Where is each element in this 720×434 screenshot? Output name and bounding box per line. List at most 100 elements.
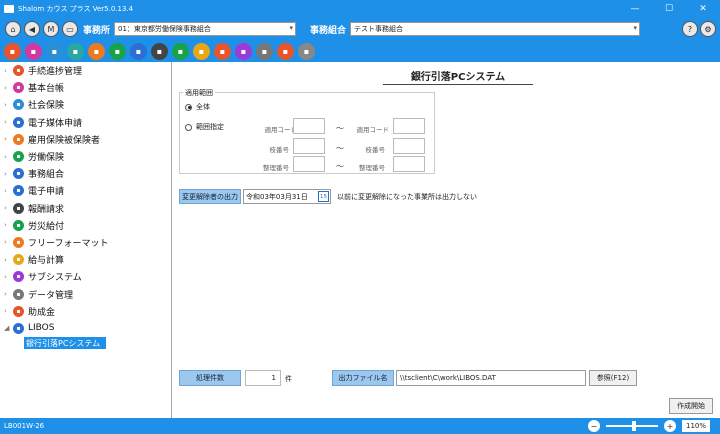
union-value: テスト事務組合	[354, 25, 404, 33]
sidebar-item[interactable]: › ▪ 電子申請	[0, 182, 171, 199]
app-window: Shalom カウス プラス Ver5.0.13.4 — ☐ ✕ ⌂ ◀ M ▭…	[0, 0, 720, 434]
sidebar-item[interactable]: › ▪ 報酬請求	[0, 200, 171, 217]
function-icon-4[interactable]: ▪	[67, 42, 84, 60]
zoom-out-icon[interactable]: −	[588, 420, 600, 432]
radio-all[interactable]: 全体	[185, 102, 210, 112]
minimize-button[interactable]: —	[618, 0, 652, 18]
accident-icon: ▪	[13, 219, 24, 231]
function-icon-9[interactable]: ▪	[172, 42, 189, 60]
back-icon[interactable]: ◀	[24, 21, 40, 37]
billing-icon: ▪	[13, 202, 24, 214]
calendar-icon[interactable]: 15	[318, 191, 329, 202]
function-icon-7[interactable]: ▪	[130, 42, 147, 60]
radio-all-label: 全体	[196, 103, 210, 111]
menu-icon[interactable]: M	[43, 21, 59, 37]
chevron-right-icon[interactable]: ›	[4, 204, 11, 212]
sidebar-item[interactable]: › ▪ 助成金	[0, 303, 171, 320]
home-icon[interactable]: ⌂	[5, 21, 21, 37]
sidebar-tree: › ▪ 手続進捗管理 › ▪ 基本台帳 › ▪ 社会保険 › ▪ 電子媒体申請 › ▪ 雇用保険被保険者 › ▪…	[0, 62, 172, 418]
sidebar-item-label: 給与計算	[28, 256, 65, 267]
create-start-button[interactable]: 作成開始	[669, 398, 713, 414]
function-icon-6[interactable]: ▪	[109, 42, 126, 60]
close-button[interactable]: ✕	[686, 0, 720, 18]
maximize-button[interactable]: ☐	[652, 0, 686, 18]
field-label-code-from: 適用コード	[264, 126, 298, 134]
branch-from-input[interactable]	[293, 138, 325, 154]
chevron-right-icon[interactable]: ›	[4, 221, 11, 229]
settings-icon[interactable]: ⚙	[700, 21, 716, 37]
sidebar-item[interactable]: › ▪ フリーフォーマット	[0, 234, 171, 251]
function-icon-13[interactable]: ▪	[256, 42, 273, 60]
count-unit: 件	[285, 375, 292, 383]
sidebar-item[interactable]: › ▪ 事務組合	[0, 165, 171, 182]
chevron-right-icon[interactable]: ›	[4, 84, 11, 92]
help-icon[interactable]: ?	[682, 21, 698, 37]
sidebar-item[interactable]: › ▪ 社会保険	[0, 96, 171, 113]
zoom-slider-thumb[interactable]	[632, 421, 637, 431]
code-from-input[interactable]	[293, 118, 325, 134]
chevron-right-icon[interactable]: ›	[4, 290, 11, 298]
count-value: 1	[245, 370, 281, 386]
chevron-right-icon[interactable]: ›	[4, 67, 11, 75]
sidebar-item-label: 電子媒体申請	[28, 118, 83, 129]
chevron-right-icon[interactable]: ›	[4, 307, 11, 315]
code-to-input[interactable]	[393, 118, 425, 134]
chevron-right-icon[interactable]: ›	[4, 273, 11, 281]
output-path-input[interactable]: \\tsclient\C\work\LIBOS.DAT	[396, 370, 586, 386]
sidebar-item[interactable]: › ▪ 労働保険	[0, 148, 171, 165]
zoom-slider[interactable]	[606, 421, 658, 431]
function-icon-5[interactable]: ▪	[88, 42, 105, 60]
chevron-right-icon[interactable]: ›	[4, 170, 11, 178]
chevron-right-icon[interactable]: ›	[4, 153, 11, 161]
chevron-right-icon[interactable]: ›	[4, 256, 11, 264]
ref-from-input[interactable]	[293, 156, 325, 172]
sidebar-item[interactable]: › ▪ 手続進捗管理	[0, 62, 171, 79]
chevron-down-icon[interactable]: ◢	[4, 324, 11, 332]
sidebar-item[interactable]: › ▪ 電子媒体申請	[0, 114, 171, 131]
chevron-right-icon[interactable]: ›	[4, 118, 11, 126]
branch-to-input[interactable]	[393, 138, 425, 154]
function-icon-12[interactable]: ▪	[235, 42, 252, 60]
sidebar-item[interactable]: › ▪ サブシステム	[0, 268, 171, 285]
libos-icon: ▪	[13, 322, 24, 334]
function-icon-11[interactable]: ▪	[214, 42, 231, 60]
chevron-down-icon: ▾	[633, 24, 638, 32]
chevron-right-icon[interactable]: ›	[4, 187, 11, 195]
function-icon-10[interactable]: ▪	[193, 42, 210, 60]
browse-button[interactable]: 参照(F12)	[589, 370, 637, 386]
sidebar-child-selected[interactable]: 銀行引落PCシステム	[24, 337, 106, 349]
ref-to-input[interactable]	[393, 156, 425, 172]
sidebar-item[interactable]: › ▪ 基本台帳	[0, 79, 171, 96]
function-icon-14[interactable]: ▪	[277, 42, 294, 60]
screen-id: LB001W-26	[4, 422, 45, 430]
labor-insurance-icon: ▪	[13, 151, 24, 163]
sidebar-item[interactable]: › ▪ 労災給付	[0, 217, 171, 234]
radio-range[interactable]: 範囲指定	[185, 122, 224, 132]
subsystem-icon: ▪	[13, 271, 24, 283]
office-label: 事務所	[83, 25, 111, 36]
cancel-note: 以前に変更解除になった事業所は出力しない	[337, 193, 477, 201]
sidebar-item[interactable]: › ▪ 給与計算	[0, 251, 171, 268]
sidebar-item[interactable]: ◢ ▪ LIBOS	[0, 320, 171, 337]
sidebar-item-label: データ管理	[28, 290, 74, 301]
zoom-percent: 110%	[682, 420, 710, 432]
union-select[interactable]: テスト事務組合 ▾	[350, 22, 641, 36]
sidebar-item[interactable]: › ▪ データ管理	[0, 285, 171, 302]
chevron-right-icon[interactable]: ›	[4, 135, 11, 143]
function-icon-8[interactable]: ▪	[151, 42, 168, 60]
chevron-right-icon[interactable]: ›	[4, 101, 11, 109]
range-label: 適用範囲	[183, 88, 215, 98]
function-icon-3[interactable]: ▪	[46, 42, 63, 60]
office-select[interactable]: 01：東京都労働保険事務組合 ▾	[114, 22, 297, 36]
title-bar: Shalom カウス プラス Ver5.0.13.4 — ☐ ✕	[0, 0, 720, 18]
function-icon-15[interactable]: ▪	[298, 42, 315, 60]
function-icon-2[interactable]: ▪	[25, 42, 42, 60]
function-icon-1[interactable]: ▪	[4, 42, 21, 60]
keyboard-icon[interactable]: ▭	[62, 21, 78, 37]
sidebar-item[interactable]: › ▪ 雇用保険被保険者	[0, 131, 171, 148]
sidebar-item-label: 電子申請	[28, 187, 65, 198]
cancel-output-button[interactable]: 変更解除者の出力	[179, 189, 241, 204]
chevron-right-icon[interactable]: ›	[4, 238, 11, 246]
zoom-in-icon[interactable]: +	[664, 420, 676, 432]
sidebar-item-label: フリーフォーマット	[28, 238, 109, 249]
